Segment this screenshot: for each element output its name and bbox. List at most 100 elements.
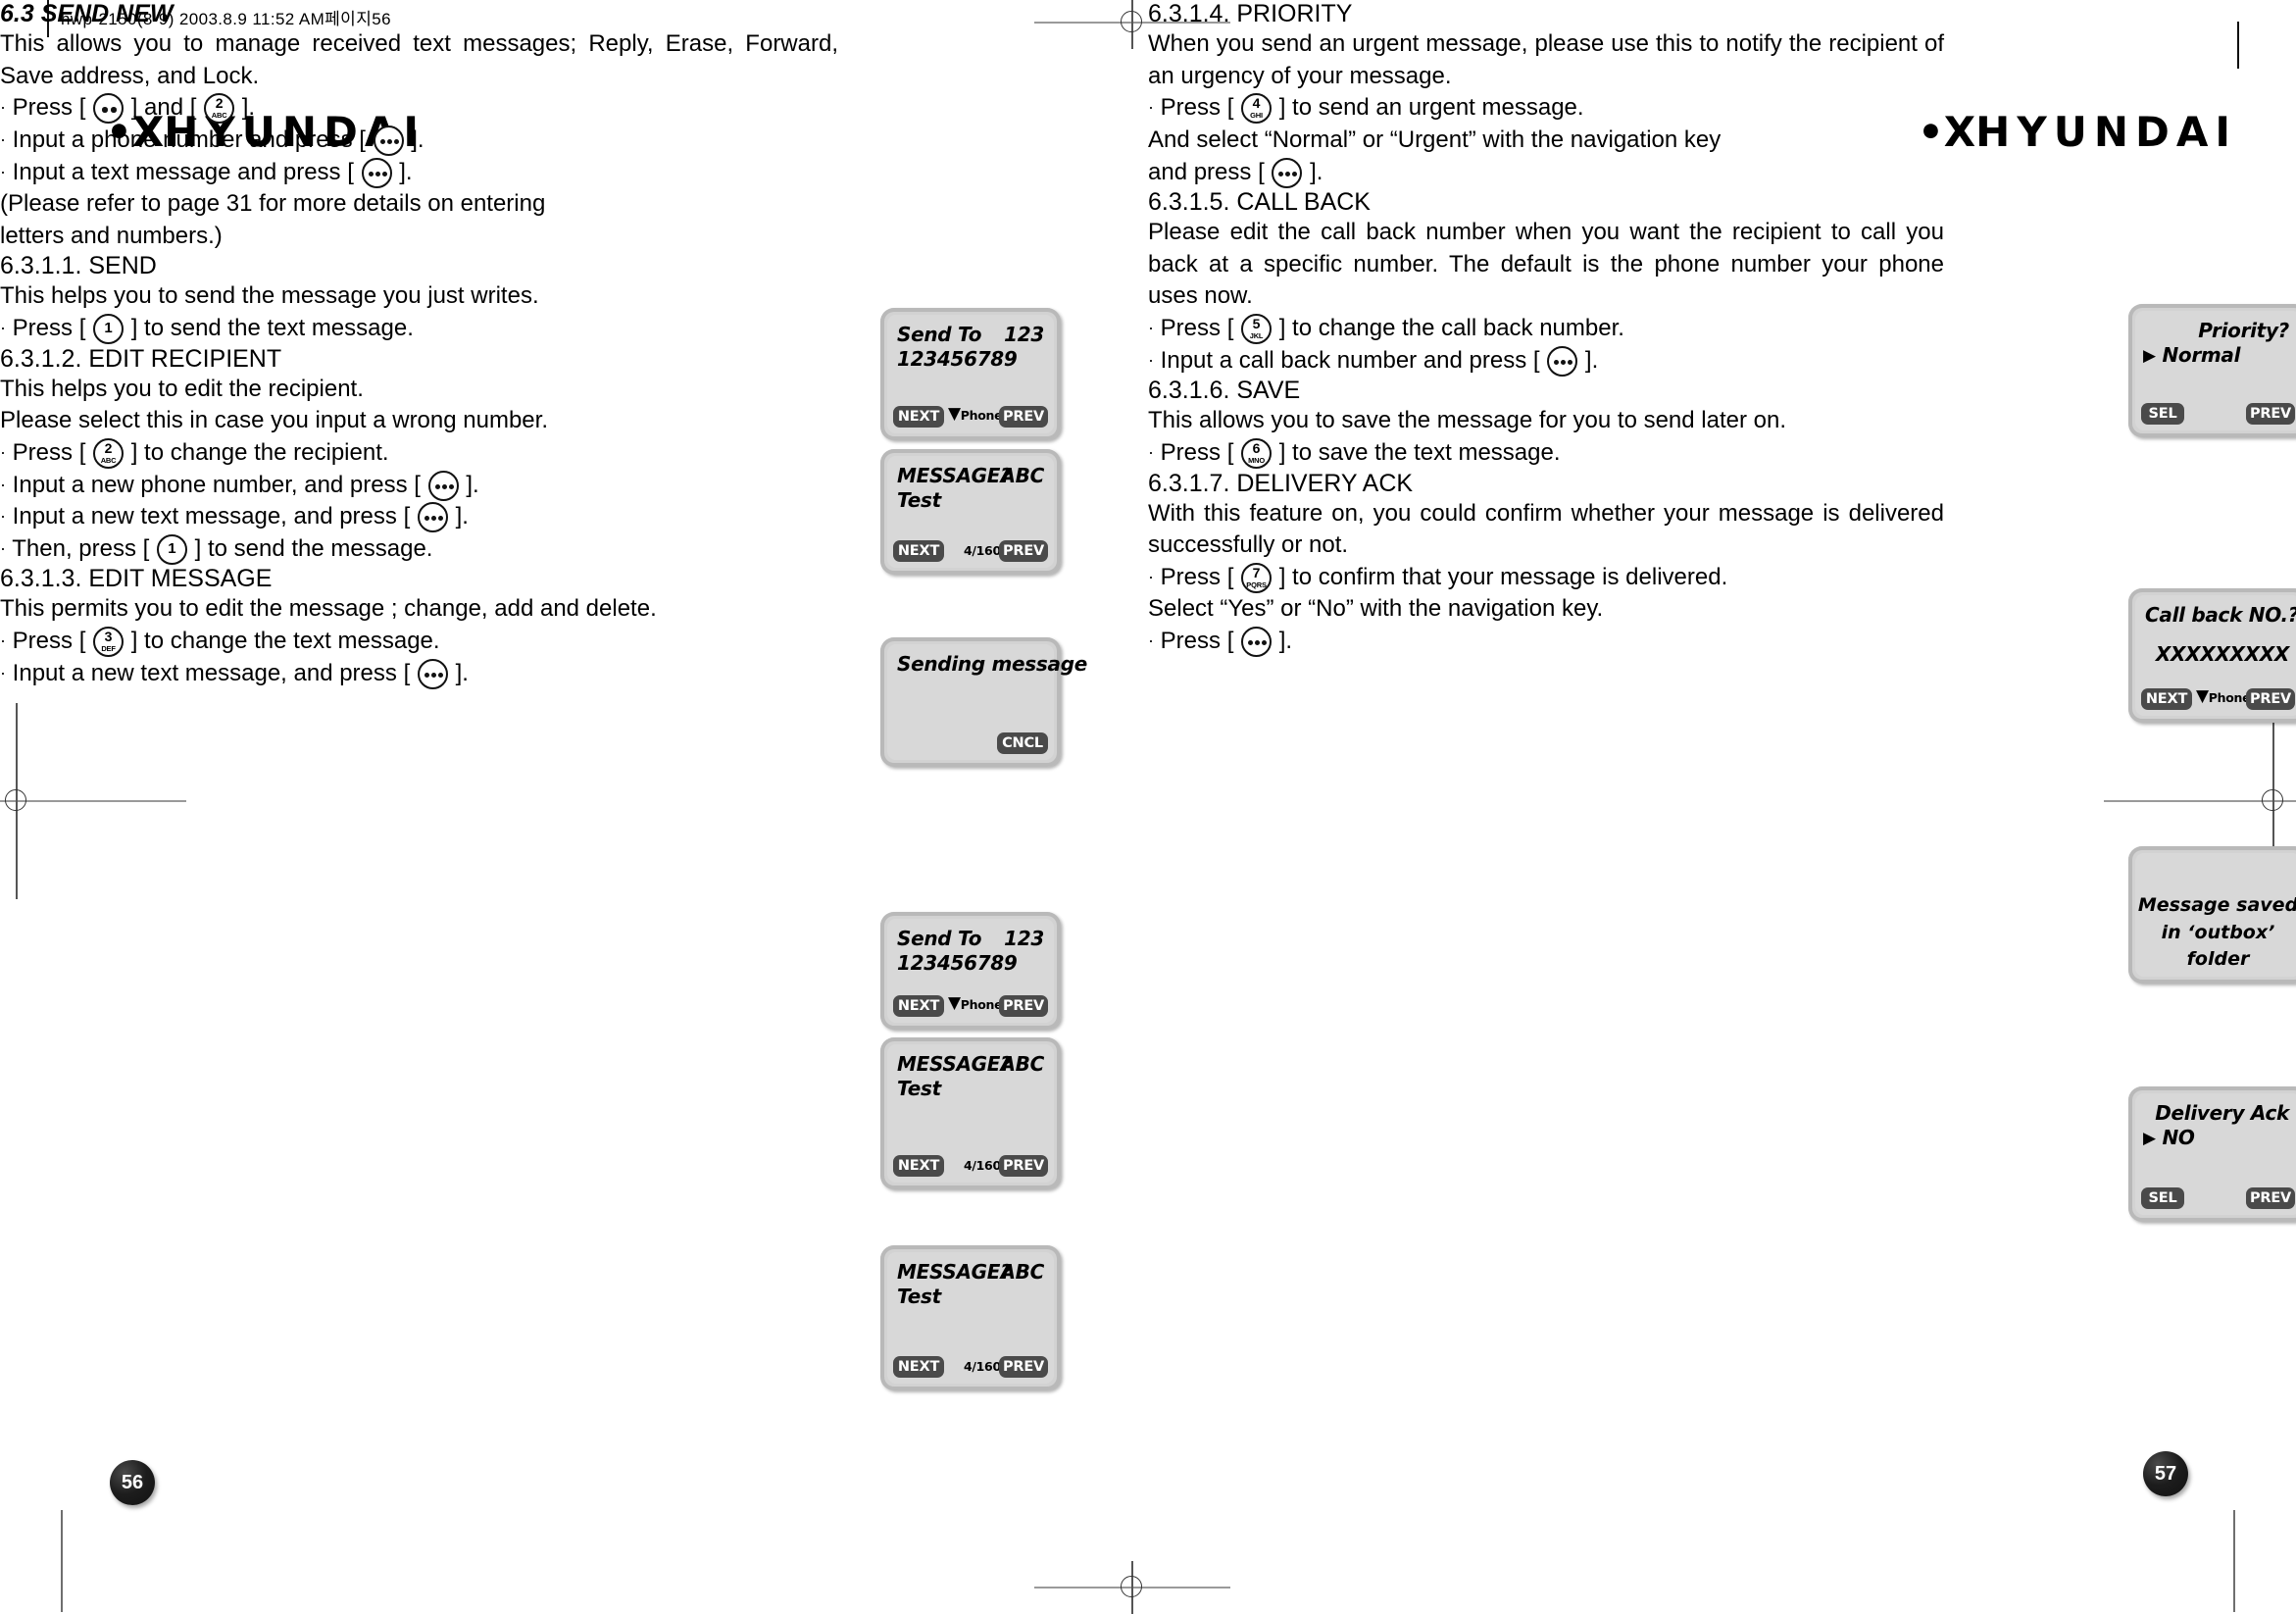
lcd-selected-option: ▶ Normal [2143,343,2241,367]
lcd-title: Priority? [2198,319,2289,342]
step-select-yes-no: Select “Yes” or “No” with the navigation… [1148,595,1604,623]
saved-line-2: in ‘outbox’ [2161,921,2275,943]
softkey-next[interactable]: NEXT [2141,688,2192,710]
lcd-title: Call back NO.? [2145,603,2296,627]
softkey-prev[interactable]: PREV [2246,403,2295,425]
saved-line-3: folder [2186,948,2250,971]
bullet-dot: · [1148,441,1154,462]
bullet-dot: · [1148,318,1154,337]
desc-6-3-1-2-line1: This helps you to edit the recipient. [0,375,364,402]
step-text-pre: Input a text message and press [ [12,158,354,185]
lcd-title: Send To [897,323,982,346]
softkey-next[interactable]: NEXT [893,540,944,562]
lcd-screen-sending: Sending message CNCL [880,637,1087,767]
step-text-pre: Input a new text message, and press [ [12,659,411,686]
ok-key-icon [1272,157,1303,188]
desc-6-3-1-1: This helps you to send the message you j… [0,282,539,310]
softkey-prev[interactable]: PREV [999,540,1048,562]
ok-key-icon [417,658,448,689]
bullet-dot: · [0,97,6,118]
desc-6-3-1-7: With this feature on, you could confirm … [1148,499,1944,559]
page-left: •XHYUNDAI 6.3 SEND NEW This allows you t… [0,0,1148,1612]
desc-6-3-1-6: This allows you to save the message for … [1148,407,1787,434]
page-number-left: 56 [110,1460,155,1505]
logo-dots-right: •X [1917,108,1976,156]
step-press-6-save: · Press [ 6 MNO ] to save the text messag… [1148,437,2296,470]
step-text-post: ] to change the text message. [130,628,440,654]
lcd-saved-text: Message saved in ‘outbox’ folder [2135,892,2296,974]
key-6-icon: 6 MNO [1241,437,1273,469]
note-line-1: (Please refer to page 31 for more detail… [0,190,546,218]
softkey-cancel[interactable]: CNCL [997,732,1048,754]
softkey-next[interactable]: NEXT [893,1356,944,1378]
section-title-6-3: 6.3 SEND NEW [0,0,174,27]
desc-6-3-1-3: This permits you to edit the message ; c… [0,595,657,623]
bullet-dot: · [0,537,6,558]
step-text-post: ] to save the text message. [1278,438,1561,466]
lcd-title: MESSAGE? [897,1052,1012,1076]
heading-6-3-1-7: 6.3.1.7. DELIVERY ACK [1148,469,1414,497]
lcd-screen-priority: Priority? ▶ Normal SEL PREV [2128,304,2296,437]
char-counter: 4/160 [964,543,1001,558]
lcd-value: Test [897,1077,941,1100]
lcd-screen-message-3: MESSAGE? ABC Test NEXT 4/160 PREV [880,1245,1061,1390]
saved-line-1: Message saved [2137,894,2296,916]
softkey-prev[interactable]: PREV [2246,688,2295,710]
lcd-title: Sending message [897,652,1087,676]
lcd-header-right: 123 [1004,927,1044,950]
step-text-pre: and press [ [1148,158,1265,185]
key-4-icon: 4 GHI [1241,93,1273,125]
softkey-sel[interactable]: SEL [2141,1187,2184,1209]
step-text-post: ]. [455,659,469,686]
lcd-value: Test [897,488,941,512]
step-and-press-ok: and press [ ]. [1148,157,2296,189]
softkey-next[interactable]: NEXT [893,406,944,428]
softkey-prev[interactable]: PREV [999,995,1048,1017]
selection-arrow-icon: ▶ [2143,1129,2156,1148]
lcd-selected-option: ▶ NO [2143,1126,2195,1149]
bullet-dot: · [0,662,6,682]
step-text-post: ] to change the call back number. [1278,315,1624,341]
softkey-next[interactable]: NEXT [893,1155,944,1177]
step-text-post: ] to send the message. [194,534,433,562]
ok-key-icon [1241,627,1273,657]
lcd-screen-message-1: MESSAGE? ABC Test NEXT 4/160 PREV [880,449,1061,575]
lcd-header-right: ABC [1000,1260,1044,1284]
lcd-screen-message-saved: Message saved in ‘outbox’ folder [2128,846,2296,984]
lcd-screen-call-back: Call back NO.? XXXXXXXXX NEXT ▼Phone Boo… [2128,588,2296,723]
step-text-pre: Press [ [12,315,86,341]
softkey-sel[interactable]: SEL [2141,403,2184,425]
bullet-dot: · [0,506,6,527]
lcd-value: XXXXXXXXX [2155,642,2289,666]
ok-key-icon [1547,345,1578,377]
step-text-post: ] to send an urgent message. [1278,94,1584,122]
softkey-prev[interactable]: PREV [999,406,1048,428]
step-text-pre: Press [ [12,438,86,466]
bullet-dot: · [0,161,6,181]
step-press-ok-final: · Press [ ]. [1148,626,2296,658]
hyundai-logo-right: •XHYUNDAI [1918,108,2237,156]
page-number-right: 57 [2143,1451,2188,1496]
step-text-pre: Press [ [12,628,86,654]
step-text-pre: Then, press [ [12,534,150,562]
step-text-pre: Press [ [12,94,86,122]
char-counter: 4/160 [964,1359,1001,1374]
heading-6-3-1-1: 6.3.1.1. SEND [0,252,157,280]
lcd-screen-send-to-2: Send To 123 123456789 NEXT ▼Phone Book P… [880,912,1061,1030]
softkey-prev[interactable]: PREV [999,1155,1048,1177]
heading-6-3-1-6: 6.3.1.6. SAVE [1148,377,1301,405]
bullet-dot: · [0,128,6,149]
key-2-icon: 2 ABC [93,437,125,469]
step-text-post: ] to send the text message. [130,315,414,341]
step-text-pre: Press [ [1160,563,1234,590]
softkey-prev[interactable]: PREV [2246,1187,2295,1209]
lcd-value: Test [897,1285,941,1308]
bullet-dot: · [1148,566,1154,586]
softkey-next[interactable]: NEXT [893,995,944,1017]
softkey-prev[interactable]: PREV [999,1356,1048,1378]
key-5-icon: 5 JKL [1241,314,1273,344]
desc-6-3-1-5: Please edit the call back number when yo… [1148,219,1944,310]
step-text-pre: Press [ [1160,438,1234,466]
lcd-value: 123456789 [897,347,1018,371]
step-text-post: ]. [455,503,469,530]
